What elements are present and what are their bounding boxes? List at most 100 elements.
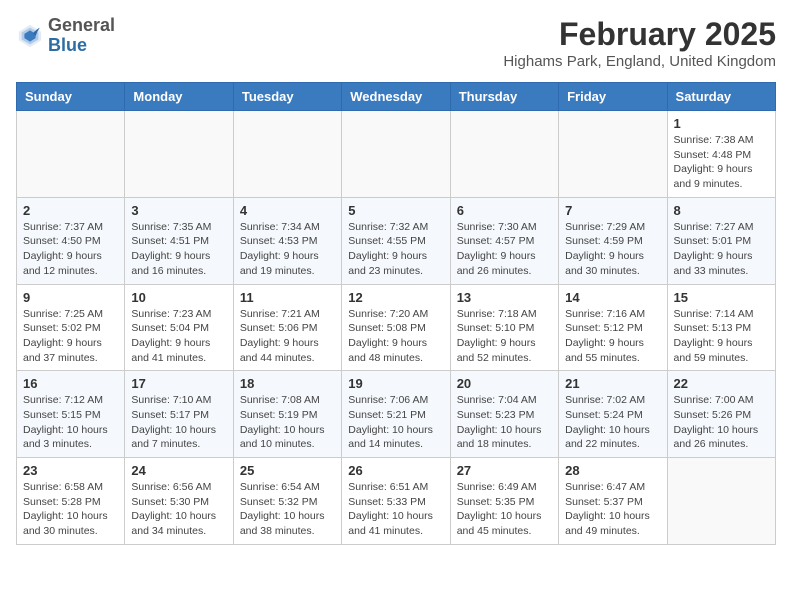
calendar-cell: 20 Sunrise: 7:04 AM Sunset: 5:23 PM Dayli…	[450, 371, 558, 458]
calendar-week-row: 1 Sunrise: 7:38 AM Sunset: 4:48 PM Daylig…	[17, 111, 776, 198]
day-number: 14	[565, 290, 660, 305]
calendar-cell	[559, 111, 667, 198]
day-number: 13	[457, 290, 552, 305]
calendar-cell: 5 Sunrise: 7:32 AM Sunset: 4:55 PM Daylig…	[342, 197, 450, 284]
day-number: 22	[674, 376, 769, 391]
day-info: Sunrise: 7:29 AM Sunset: 4:59 PM Dayligh…	[565, 220, 660, 279]
day-info: Sunrise: 7:38 AM Sunset: 4:48 PM Dayligh…	[674, 133, 769, 192]
day-number: 10	[131, 290, 226, 305]
day-number: 7	[565, 203, 660, 218]
calendar-cell: 13 Sunrise: 7:18 AM Sunset: 5:10 PM Dayli…	[450, 284, 558, 371]
day-number: 15	[674, 290, 769, 305]
day-info: Sunrise: 7:35 AM Sunset: 4:51 PM Dayligh…	[131, 220, 226, 279]
day-number: 20	[457, 376, 552, 391]
calendar-cell	[17, 111, 125, 198]
calendar-cell: 16Sunrise: 7:12 AM Sunset: 5:15 PM Dayli…	[17, 371, 125, 458]
day-number: 24	[131, 463, 226, 478]
day-number: 28	[565, 463, 660, 478]
column-header-thursday: Thursday	[450, 83, 558, 111]
calendar-cell: 14 Sunrise: 7:16 AM Sunset: 5:12 PM Dayli…	[559, 284, 667, 371]
day-info: Sunrise: 7:06 AM Sunset: 5:21 PM Dayligh…	[348, 393, 443, 452]
day-number: 2	[23, 203, 118, 218]
calendar-cell: 8 Sunrise: 7:27 AM Sunset: 5:01 PM Daylig…	[667, 197, 775, 284]
day-info: Sunrise: 7:16 AM Sunset: 5:12 PM Dayligh…	[565, 307, 660, 366]
day-info: Sunrise: 7:14 AM Sunset: 5:13 PM Dayligh…	[674, 307, 769, 366]
day-info: Sunrise: 6:58 AM Sunset: 5:28 PM Dayligh…	[23, 480, 118, 539]
calendar-cell: 1 Sunrise: 7:38 AM Sunset: 4:48 PM Daylig…	[667, 111, 775, 198]
day-info: Sunrise: 6:51 AM Sunset: 5:33 PM Dayligh…	[348, 480, 443, 539]
month-title: February 2025	[503, 16, 776, 53]
column-header-sunday: Sunday	[17, 83, 125, 111]
day-number: 5	[348, 203, 443, 218]
day-number: 11	[240, 290, 335, 305]
day-number: 1	[674, 116, 769, 131]
calendar-cell: 4 Sunrise: 7:34 AM Sunset: 4:53 PM Daylig…	[233, 197, 341, 284]
calendar-cell: 17Sunrise: 7:10 AM Sunset: 5:17 PM Dayli…	[125, 371, 233, 458]
column-header-wednesday: Wednesday	[342, 83, 450, 111]
day-number: 4	[240, 203, 335, 218]
day-info: Sunrise: 7:37 AM Sunset: 4:50 PM Dayligh…	[23, 220, 118, 279]
day-info: Sunrise: 6:56 AM Sunset: 5:30 PM Dayligh…	[131, 480, 226, 539]
calendar-cell: 10Sunrise: 7:23 AM Sunset: 5:04 PM Dayli…	[125, 284, 233, 371]
day-info: Sunrise: 7:04 AM Sunset: 5:23 PM Dayligh…	[457, 393, 552, 452]
calendar-week-row: 23 Sunrise: 6:58 AM Sunset: 5:28 PM Dayli…	[17, 458, 776, 545]
column-header-monday: Monday	[125, 83, 233, 111]
column-header-friday: Friday	[559, 83, 667, 111]
calendar-cell: 18Sunrise: 7:08 AM Sunset: 5:19 PM Dayli…	[233, 371, 341, 458]
calendar-cell: 3Sunrise: 7:35 AM Sunset: 4:51 PM Daylig…	[125, 197, 233, 284]
calendar-cell: 26 Sunrise: 6:51 AM Sunset: 5:33 PM Dayli…	[342, 458, 450, 545]
day-info: Sunrise: 7:30 AM Sunset: 4:57 PM Dayligh…	[457, 220, 552, 279]
calendar-cell	[233, 111, 341, 198]
calendar-cell: 9 Sunrise: 7:25 AM Sunset: 5:02 PM Daylig…	[17, 284, 125, 371]
logo-icon	[16, 22, 44, 50]
day-info: Sunrise: 7:21 AM Sunset: 5:06 PM Dayligh…	[240, 307, 335, 366]
day-number: 23	[23, 463, 118, 478]
day-number: 6	[457, 203, 552, 218]
calendar-cell: 27 Sunrise: 6:49 AM Sunset: 5:35 PM Dayli…	[450, 458, 558, 545]
day-info: Sunrise: 7:02 AM Sunset: 5:24 PM Dayligh…	[565, 393, 660, 452]
calendar-cell: 7 Sunrise: 7:29 AM Sunset: 4:59 PM Daylig…	[559, 197, 667, 284]
calendar: SundayMondayTuesdayWednesdayThursdayFrid…	[16, 82, 776, 545]
calendar-cell	[450, 111, 558, 198]
day-info: Sunrise: 6:47 AM Sunset: 5:37 PM Dayligh…	[565, 480, 660, 539]
day-info: Sunrise: 7:08 AM Sunset: 5:19 PM Dayligh…	[240, 393, 335, 452]
header: General Blue February 2025 Highams Park,…	[16, 16, 776, 70]
calendar-cell: 15 Sunrise: 7:14 AM Sunset: 5:13 PM Dayli…	[667, 284, 775, 371]
day-info: Sunrise: 7:20 AM Sunset: 5:08 PM Dayligh…	[348, 307, 443, 366]
calendar-cell: 25Sunrise: 6:54 AM Sunset: 5:32 PM Dayli…	[233, 458, 341, 545]
calendar-cell	[342, 111, 450, 198]
day-info: Sunrise: 7:34 AM Sunset: 4:53 PM Dayligh…	[240, 220, 335, 279]
day-number: 19	[348, 376, 443, 391]
day-info: Sunrise: 7:25 AM Sunset: 5:02 PM Dayligh…	[23, 307, 118, 366]
logo-text: General Blue	[48, 16, 115, 56]
column-header-saturday: Saturday	[667, 83, 775, 111]
day-number: 17	[131, 376, 226, 391]
day-number: 27	[457, 463, 552, 478]
day-info: Sunrise: 7:27 AM Sunset: 5:01 PM Dayligh…	[674, 220, 769, 279]
calendar-cell: 19 Sunrise: 7:06 AM Sunset: 5:21 PM Dayli…	[342, 371, 450, 458]
logo: General Blue	[16, 16, 115, 56]
calendar-week-row: 9 Sunrise: 7:25 AM Sunset: 5:02 PM Daylig…	[17, 284, 776, 371]
day-number: 9	[23, 290, 118, 305]
title-section: February 2025 Highams Park, England, Uni…	[503, 16, 776, 70]
day-number: 12	[348, 290, 443, 305]
day-number: 8	[674, 203, 769, 218]
day-number: 21	[565, 376, 660, 391]
location: Highams Park, England, United Kingdom	[503, 53, 776, 70]
calendar-header-row: SundayMondayTuesdayWednesdayThursdayFrid…	[17, 83, 776, 111]
calendar-cell: 21 Sunrise: 7:02 AM Sunset: 5:24 PM Dayli…	[559, 371, 667, 458]
calendar-week-row: 2 Sunrise: 7:37 AM Sunset: 4:50 PM Daylig…	[17, 197, 776, 284]
day-info: Sunrise: 6:49 AM Sunset: 5:35 PM Dayligh…	[457, 480, 552, 539]
day-info: Sunrise: 7:18 AM Sunset: 5:10 PM Dayligh…	[457, 307, 552, 366]
calendar-cell: 28 Sunrise: 6:47 AM Sunset: 5:37 PM Dayli…	[559, 458, 667, 545]
calendar-cell	[125, 111, 233, 198]
calendar-cell: 11 Sunrise: 7:21 AM Sunset: 5:06 PM Dayli…	[233, 284, 341, 371]
calendar-cell: 12 Sunrise: 7:20 AM Sunset: 5:08 PM Dayli…	[342, 284, 450, 371]
day-info: Sunrise: 7:32 AM Sunset: 4:55 PM Dayligh…	[348, 220, 443, 279]
calendar-week-row: 16Sunrise: 7:12 AM Sunset: 5:15 PM Dayli…	[17, 371, 776, 458]
calendar-cell: 6 Sunrise: 7:30 AM Sunset: 4:57 PM Daylig…	[450, 197, 558, 284]
day-info: Sunrise: 6:54 AM Sunset: 5:32 PM Dayligh…	[240, 480, 335, 539]
day-number: 26	[348, 463, 443, 478]
calendar-cell	[667, 458, 775, 545]
day-info: Sunrise: 7:12 AM Sunset: 5:15 PM Dayligh…	[23, 393, 118, 452]
